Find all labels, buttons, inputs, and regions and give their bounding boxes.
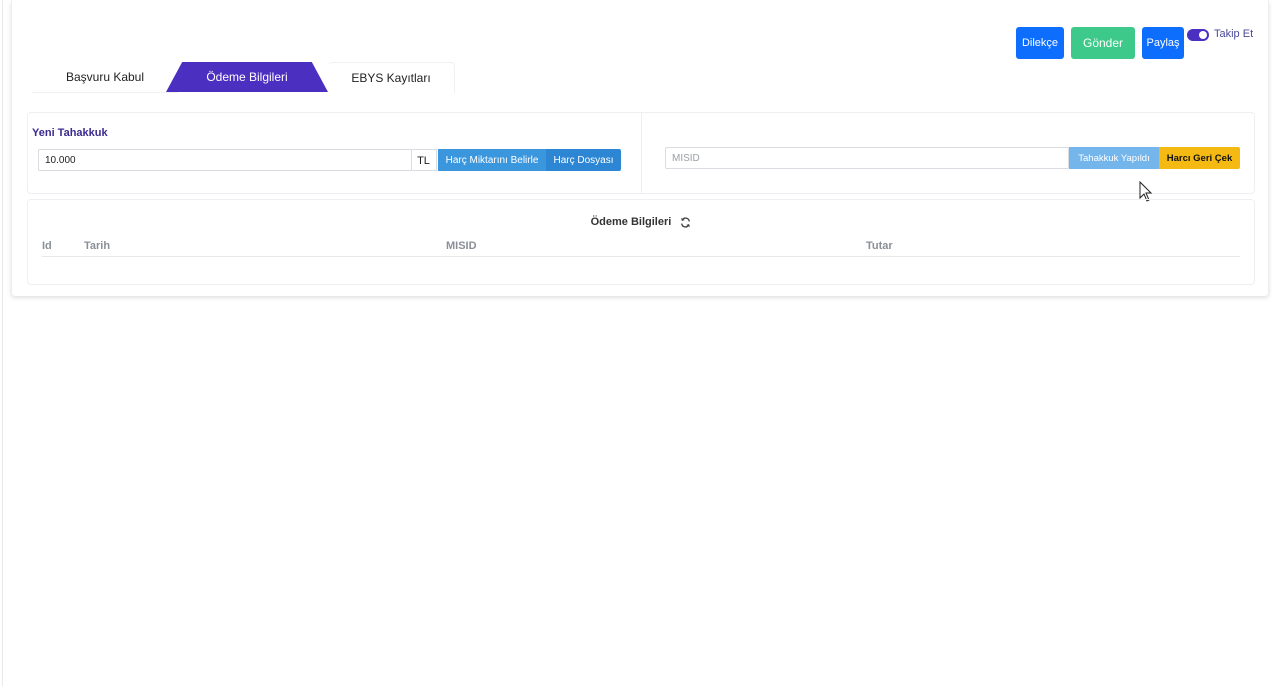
gonder-button[interactable]: Gönder xyxy=(1071,27,1135,59)
tab-odeme-bilgileri[interactable]: Ödeme Bilgileri xyxy=(166,62,328,92)
refresh-icon[interactable] xyxy=(680,217,691,228)
dilekce-button[interactable]: Dilekçe xyxy=(1016,27,1064,59)
column-header-tutar: Tutar xyxy=(866,240,893,252)
withdraw-fee-button[interactable]: Harcı Geri Çek xyxy=(1159,147,1240,169)
misid-input[interactable] xyxy=(665,147,1069,169)
new-accrual-title: Yeni Tahakkuk xyxy=(32,127,108,139)
tab-label: Başvuru Kabul xyxy=(65,70,145,84)
follow-toggle-label: Takip Et xyxy=(1214,28,1254,40)
column-header-misid: MISID xyxy=(446,240,477,252)
paylas-button[interactable]: Paylaş xyxy=(1142,27,1184,59)
amount-input[interactable] xyxy=(38,149,412,171)
currency-addon: TL xyxy=(411,149,437,171)
tab-basvuru-kabul[interactable]: Başvuru Kabul xyxy=(32,62,178,93)
column-header-tarih: Tarih xyxy=(84,240,111,252)
payments-title-text: Ödeme Bilgileri xyxy=(590,216,672,228)
fee-file-button[interactable]: Harç Dosyası xyxy=(546,149,621,171)
toggle-knob xyxy=(1199,31,1207,39)
column-header-id: Id xyxy=(42,240,52,252)
tab-ebys-kayitlari[interactable]: EBYS Kayıtları xyxy=(328,62,455,93)
panel-divider xyxy=(641,113,642,193)
set-fee-amount-button[interactable]: Harç Miktarını Belirle xyxy=(438,149,546,171)
tab-label: EBYS Kayıtları xyxy=(351,71,431,85)
tab-label: Ödeme Bilgileri xyxy=(206,70,288,84)
table-header-divider xyxy=(42,256,1240,257)
page-left-border xyxy=(2,0,3,686)
payments-title: Ödeme Bilgileri xyxy=(28,216,1254,228)
follow-toggle[interactable] xyxy=(1187,29,1209,41)
payments-panel: Ödeme Bilgileri Id Tarih MISID Tutar xyxy=(27,199,1255,285)
accrual-panel: Yeni Tahakkuk TL Harç Miktarını Belirle … xyxy=(27,112,1255,202)
accrual-done-button[interactable]: Tahakkuk Yapıldı xyxy=(1069,147,1159,169)
main-card: Başvuru Kabul Ödeme Bilgileri EBYS Kayıt… xyxy=(11,0,1269,296)
